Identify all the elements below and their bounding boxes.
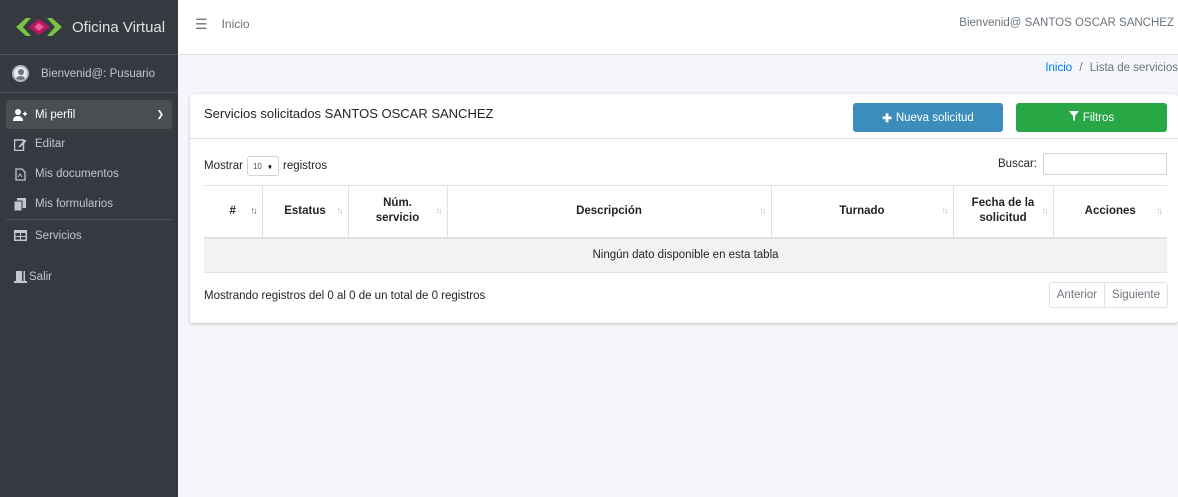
page-length-control: Mostrar 10 ♦ registros	[204, 156, 327, 176]
top-navbar: ☰ Inicio Bienvenid@ SANTOS OSCAR SANCHEZ	[178, 0, 1178, 55]
nav-home-link[interactable]: Inicio	[222, 17, 250, 31]
nav-welcome-text: Bienvenid@ SANTOS OSCAR SANCHEZ	[959, 17, 1174, 29]
sidebar-item-salir[interactable]: Salir	[0, 261, 178, 292]
table-icon	[13, 229, 27, 243]
breadcrumb: Inicio / Lista de servicios	[1045, 62, 1178, 74]
user-plus-icon	[13, 108, 27, 122]
sort-icon: ↑↓	[1156, 205, 1163, 216]
user-panel[interactable]: Bienvenid@: Pusuario	[0, 55, 178, 93]
column-header[interactable]: Núm. servicio ↑↓	[347, 185, 447, 239]
previous-page-button[interactable]: Anterior	[1050, 283, 1104, 307]
page-length-value: 10	[252, 161, 262, 171]
card-title: Servicios solicitados SANTOS OSCAR SANCH…	[204, 106, 494, 121]
sidebar-item-label: Mis formularios	[35, 198, 113, 210]
search-input[interactable]	[1043, 153, 1167, 175]
new-request-label: Nueva solicitud	[895, 111, 974, 124]
table-info: Mostrando registros del 0 al 0 de un tot…	[204, 290, 486, 302]
sidebar-item-label: Salir	[29, 270, 53, 283]
sort-caret-icon: ♦	[267, 161, 272, 171]
column-header[interactable]: Turnado ↑↓	[770, 185, 953, 239]
column-header[interactable]: Estatus ↑↓	[261, 185, 348, 239]
sort-icon: ↑↓	[941, 205, 949, 216]
search-control: Buscar:	[998, 153, 1167, 175]
user-name: Bienvenid@: Pusuario	[41, 67, 155, 80]
next-page-button[interactable]: Siguiente	[1104, 283, 1167, 307]
brand-name: Oficina Virtual	[72, 18, 166, 36]
chevron-down-icon: ❯	[156, 109, 164, 119]
services-table: # ↑↓ Estatus ↑↓ Núm. servicio ↑↓ Descripció…	[204, 185, 1167, 273]
brand[interactable]: Oficina Virtual	[0, 0, 178, 55]
column-header[interactable]: Descripción ↑↓	[446, 185, 771, 239]
breadcrumb-separator: /	[1079, 62, 1083, 74]
sort-icon: ↑↓	[336, 205, 344, 216]
pagination: Anterior Siguiente	[1048, 282, 1168, 308]
sidebar-item-servicios[interactable]: Servicios	[0, 220, 178, 251]
sort-icon: ↑↓	[250, 205, 258, 216]
sidebar-item-label: Mi perfil	[35, 108, 76, 121]
card-header: Servicios solicitados SANTOS OSCAR SANCH…	[190, 94, 1178, 139]
sidebar-item-label: Mis documentos	[35, 168, 119, 180]
plus-icon: ✚	[882, 112, 892, 125]
sort-icon: ↑↓	[1041, 205, 1049, 216]
table-controls: Mostrar 10 ♦ registros Buscar:	[204, 153, 1167, 176]
sort-icon: ↑↓	[435, 205, 443, 216]
logo-icon	[16, 18, 62, 36]
show-label: Mostrar	[204, 160, 243, 172]
avatar	[12, 65, 29, 82]
copy-icon	[13, 197, 27, 211]
table-row: Ningún dato disponible en esta tabla	[204, 237, 1167, 273]
new-request-button[interactable]: ✚ Nueva solicitud	[853, 103, 1003, 132]
breadcrumb-current: Lista de servicios	[1089, 62, 1178, 74]
sidebar-item-label: Servicios	[35, 229, 82, 242]
sidebar-item-mi-perfil[interactable]: Mi perfil ❯	[6, 100, 172, 129]
sort-icon: ↑↓	[759, 205, 767, 216]
sidebar: Oficina Virtual Bienvenid@: Pusuario Mi …	[0, 0, 178, 497]
services-card: Servicios solicitados SANTOS OSCAR SANCH…	[190, 94, 1178, 323]
menu-icon[interactable]: ☰	[195, 17, 208, 31]
sidebar-item-mis-formularios[interactable]: Mis formularios	[0, 189, 178, 219]
edit-icon	[13, 137, 27, 151]
exit-icon	[13, 270, 27, 284]
records-label: registros	[282, 160, 328, 172]
breadcrumb-home[interactable]: Inicio	[1045, 62, 1072, 74]
column-header[interactable]: # ↑↓	[204, 185, 262, 239]
document-icon	[13, 167, 27, 181]
search-label: Buscar:	[998, 158, 1037, 170]
column-header[interactable]: Fecha de la solicitud ↑↓	[952, 185, 1053, 239]
page-length-select[interactable]: 10 ♦	[246, 156, 279, 176]
sidebar-item-label: Editar	[35, 138, 66, 150]
sidebar-item-mis-documentos[interactable]: Mis documentos	[0, 159, 178, 189]
filter-icon	[1068, 111, 1079, 124]
sidebar-item-editar[interactable]: Editar	[0, 129, 178, 159]
empty-table-message: Ningún dato disponible en esta tabla	[204, 237, 1167, 273]
filters-label: Filtros	[1082, 111, 1115, 124]
column-header[interactable]: Acciones ↑↓	[1052, 185, 1167, 239]
filters-button[interactable]: Filtros	[1016, 103, 1167, 132]
table-header-row: # ↑↓ Estatus ↑↓ Núm. servicio ↑↓ Descripció…	[204, 185, 1167, 239]
